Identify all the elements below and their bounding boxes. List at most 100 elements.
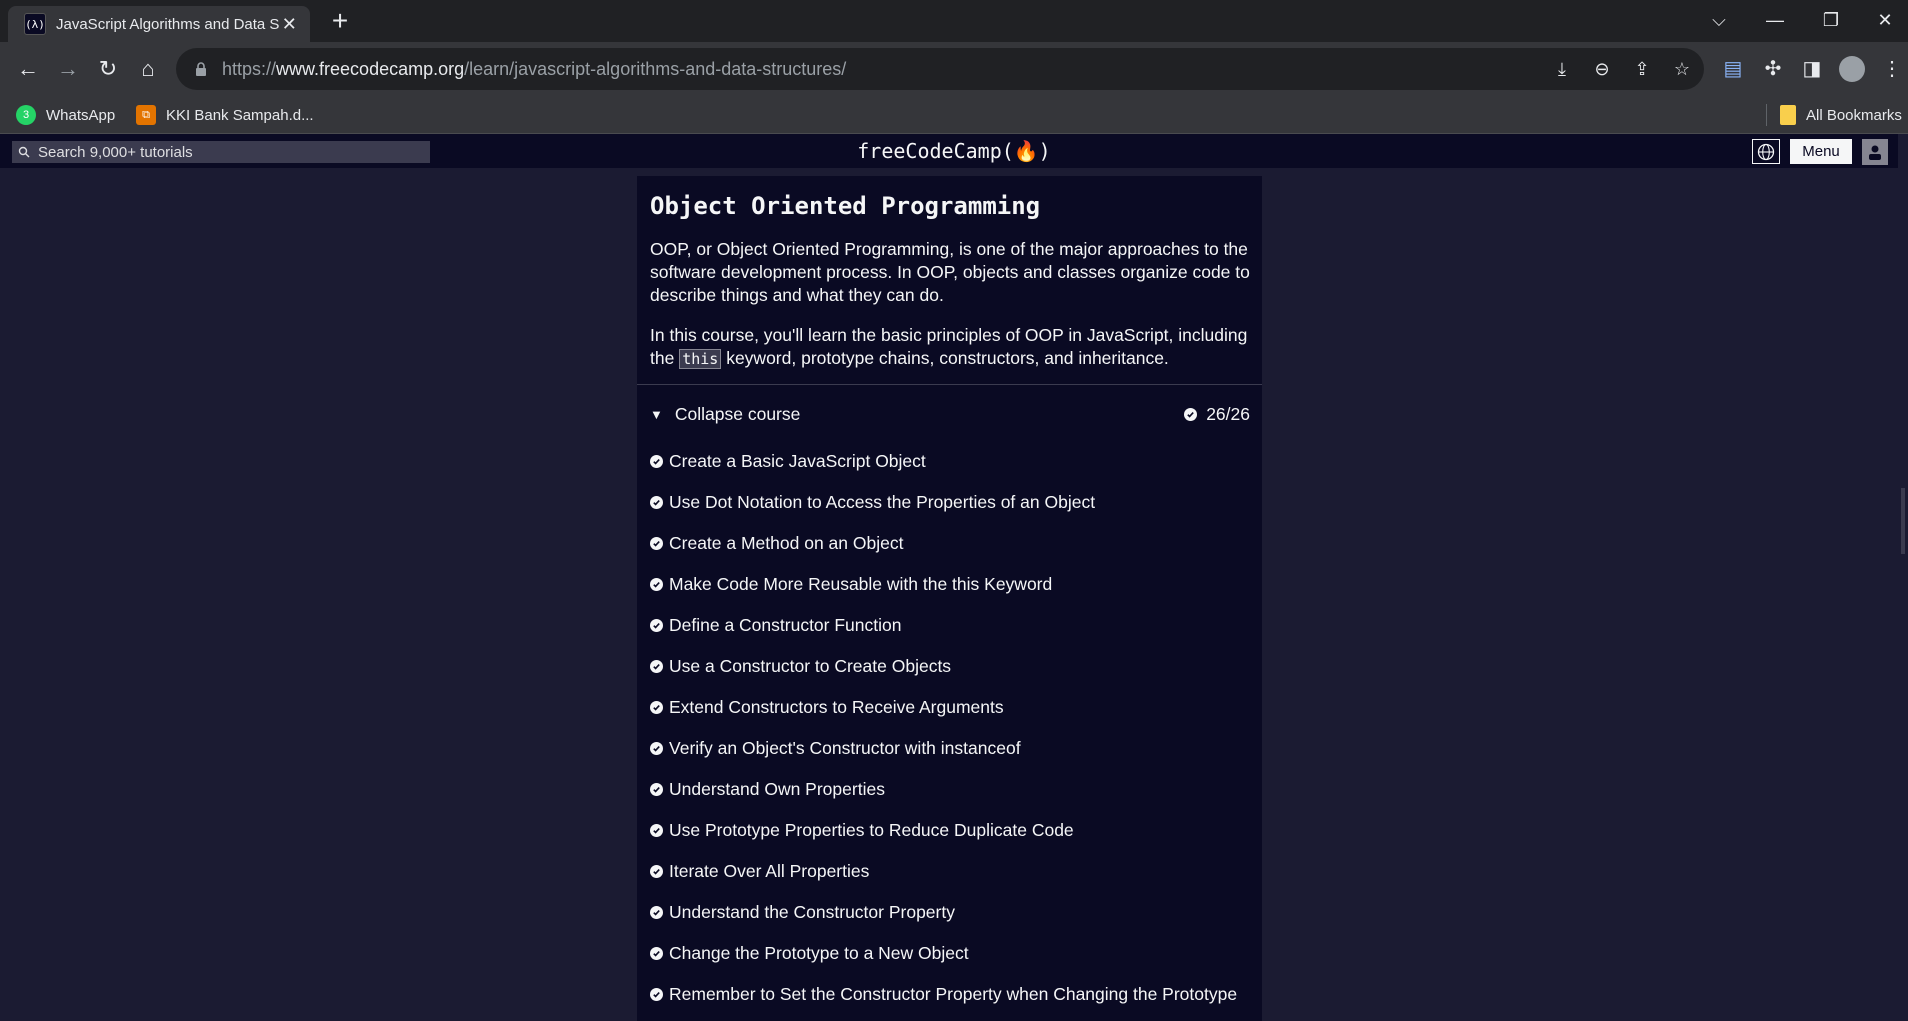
install-app-icon[interactable]: ⤓ — [1548, 55, 1576, 83]
side-panel-icon[interactable]: ◨ — [1796, 53, 1828, 85]
check-circle-icon — [650, 987, 663, 1001]
check-circle-icon — [650, 741, 663, 755]
docs-extension-icon[interactable]: ▤ — [1717, 53, 1749, 85]
check-circle-icon — [650, 946, 663, 960]
lesson-title: Verify an Object's Constructor with inst… — [669, 737, 1021, 758]
bookmark-label: KKI Bank Sampah.d... — [166, 106, 314, 124]
divider — [637, 384, 1262, 385]
lesson-title: Remember to Set the Constructor Property… — [669, 983, 1238, 1004]
lock-icon — [196, 62, 206, 76]
menu-button[interactable]: Menu — [1790, 139, 1852, 164]
home-icon[interactable]: ⌂ — [132, 53, 164, 85]
check-circle-icon — [650, 454, 663, 468]
folder-icon — [1780, 105, 1796, 125]
profile-avatar-icon[interactable] — [1836, 53, 1868, 85]
lesson-link[interactable]: Verify an Object's Constructor with inst… — [650, 735, 1021, 761]
check-circle-icon — [650, 659, 663, 673]
bookmarks-divider — [1766, 104, 1767, 126]
globe-icon — [1757, 143, 1775, 160]
course-title: Object Oriented Programming — [650, 192, 1041, 220]
forward-icon[interactable]: → — [52, 53, 84, 85]
lesson-title: Use Prototype Properties to Reduce Dupli… — [669, 819, 1074, 840]
page-scrollbar[interactable] — [1898, 134, 1908, 1021]
language-button[interactable] — [1752, 139, 1780, 164]
scrollbar-thumb[interactable] — [1901, 488, 1905, 554]
address-bar[interactable]: https://www.freecodecamp.org/learn/javas… — [176, 48, 1704, 90]
search-bar[interactable] — [12, 141, 430, 163]
course-progress: 26/26 — [1184, 404, 1250, 425]
caret-down-icon: ▼ — [650, 406, 663, 422]
browser-toolbar: ← → ↻ ⌂ https://www.freecodecamp.org/lea… — [0, 42, 1908, 96]
lesson-title: Create a Method on an Object — [669, 532, 904, 553]
lesson-link[interactable]: Use Prototype Properties to Reduce Dupli… — [650, 817, 1074, 843]
network-icon: ⧉ — [136, 105, 156, 125]
new-tab-icon[interactable]: + — [324, 6, 356, 38]
reload-icon[interactable]: ↻ — [92, 53, 124, 85]
search-input[interactable] — [38, 143, 418, 161]
check-circle-icon — [650, 782, 663, 796]
freecodecamp-favicon-icon: (λ) — [24, 13, 46, 35]
whatsapp-icon: 3 — [16, 105, 36, 125]
search-icon — [18, 146, 30, 158]
user-avatar-icon[interactable] — [1862, 139, 1888, 165]
share-icon[interactable]: ⇪ — [1628, 55, 1656, 83]
lesson-link[interactable]: Create a Basic JavaScript Object — [650, 448, 926, 474]
collapse-course-toggle[interactable]: ▼ Collapse course 26/26 — [650, 401, 1250, 427]
lesson-title: Define a Constructor Function — [669, 614, 902, 635]
lesson-link[interactable]: Define a Constructor Function — [650, 612, 901, 638]
lesson-link[interactable]: Use Dot Notation to Access the Propertie… — [650, 489, 1095, 515]
tab-title: JavaScript Algorithms and Data Structure… — [56, 15, 279, 33]
progress-count: 26/26 — [1206, 403, 1250, 424]
close-window-icon[interactable]: ✕ — [1862, 4, 1908, 36]
inline-code: this — [679, 349, 722, 369]
browser-menu-icon[interactable]: ⋮ — [1876, 53, 1908, 85]
url-text: https://www.freecodecamp.org/learn/javas… — [222, 58, 847, 79]
lesson-link[interactable]: Remember to Set the Constructor Property… — [650, 981, 1237, 1007]
all-bookmarks-label: All Bookmarks — [1806, 106, 1902, 124]
check-circle-icon — [650, 577, 663, 591]
check-circle-icon — [650, 536, 663, 550]
bookmark-kki-bank[interactable]: ⧉ KKI Bank Sampah.d... — [136, 102, 314, 128]
check-circle-icon — [650, 700, 663, 714]
course-intro: OOP, or Object Oriented Programming, is … — [650, 239, 1250, 305]
lesson-title: Understand the Constructor Property — [669, 901, 955, 922]
check-circle-icon — [650, 864, 663, 878]
lesson-title: Use Dot Notation to Access the Propertie… — [669, 491, 1096, 512]
check-circle-icon — [650, 823, 663, 837]
tab-close-icon[interactable]: ✕ — [279, 14, 300, 35]
lesson-link[interactable]: Iterate Over All Properties — [650, 858, 869, 884]
lesson-title: Create a Basic JavaScript Object — [669, 450, 926, 471]
bookmark-label: WhatsApp — [46, 106, 116, 124]
lesson-link[interactable]: Make Code More Reusable with the this Ke… — [650, 571, 1052, 597]
lesson-title: Use a Constructor to Create Objects — [669, 655, 952, 676]
lesson-link[interactable]: Understand Own Properties — [650, 776, 885, 802]
check-circle-icon — [650, 618, 663, 632]
extensions-puzzle-icon[interactable]: ✣ — [1757, 53, 1789, 85]
browser-tab[interactable]: (λ) JavaScript Algorithms and Data Struc… — [8, 6, 310, 42]
lesson-link[interactable]: Change the Prototype to a New Object — [650, 940, 969, 966]
lesson-title: Change the Prototype to a New Object — [669, 942, 969, 963]
lesson-title: Extend Constructors to Receive Arguments — [669, 696, 1004, 717]
site-navbar: freeCodeCamp(🔥) Menu — [0, 134, 1908, 168]
course-detail: In this course, you'll learn the basic p… — [650, 325, 1248, 369]
check-circle-icon — [650, 495, 663, 509]
lesson-link[interactable]: Create a Method on an Object — [650, 530, 903, 556]
restore-icon[interactable]: ❐ — [1808, 4, 1854, 36]
bookmark-star-icon[interactable]: ☆ — [1668, 55, 1696, 83]
bookmarks-bar: 3 WhatsApp ⧉ KKI Bank Sampah.d... All Bo… — [0, 96, 1908, 134]
browser-tab-strip: (λ) JavaScript Algorithms and Data Struc… — [0, 0, 1908, 42]
lesson-link[interactable]: Use a Constructor to Create Objects — [650, 653, 951, 679]
back-icon[interactable]: ← — [12, 53, 44, 85]
check-circle-icon — [650, 905, 663, 919]
lesson-link[interactable]: Extend Constructors to Receive Arguments — [650, 694, 1004, 720]
course-card: Object Oriented Programming OOP, or Obje… — [637, 176, 1262, 1021]
all-bookmarks[interactable]: All Bookmarks — [1780, 102, 1902, 128]
lesson-link[interactable]: Understand the Constructor Property — [650, 899, 955, 925]
lesson-title: Understand Own Properties — [669, 778, 885, 799]
check-circle-icon — [1184, 407, 1198, 421]
zoom-icon[interactable]: ⊖ — [1588, 55, 1616, 83]
minimize-icon[interactable]: — — [1752, 4, 1798, 36]
bookmark-whatsapp[interactable]: 3 WhatsApp — [16, 102, 115, 128]
lesson-title: Iterate Over All Properties — [669, 860, 870, 881]
tab-search-chevron-icon[interactable]: ⌵ — [1696, 4, 1742, 36]
